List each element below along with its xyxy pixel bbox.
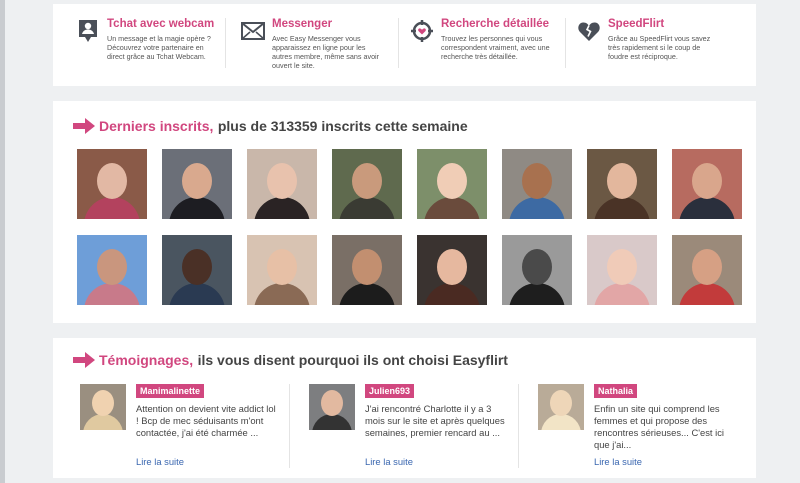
member-photo[interactable] [77, 149, 147, 219]
member-photo[interactable] [417, 149, 487, 219]
read-more-link[interactable]: Lire la suite [136, 456, 184, 467]
divider [518, 384, 519, 468]
testimonial-card: Nathalia Enfin un site qui comprend les … [538, 382, 738, 472]
member-photo[interactable] [332, 149, 402, 219]
arrow-right-icon [73, 352, 95, 368]
member-photo[interactable] [672, 149, 742, 219]
heading-text: ils vous disent pourquoi ils ont choisi … [197, 352, 508, 368]
username-badge[interactable]: Manimalinette [136, 384, 205, 398]
feature-description: Avec Easy Messenger vous apparaissez en … [272, 34, 380, 70]
testimonial-quote: J'ai rencontré Charlotte il y a 3 mois s… [365, 403, 505, 438]
username-badge[interactable]: Nathalia [594, 384, 638, 398]
target-heart-icon [409, 17, 435, 45]
member-photo[interactable] [162, 149, 232, 219]
member-photo[interactable] [672, 235, 742, 305]
features-panel: Tchat avec webcam Un message et la magie… [53, 4, 756, 86]
testimonial-quote: Enfin un site qui comprend les femmes et… [594, 403, 724, 450]
read-more-link[interactable]: Lire la suite [365, 456, 413, 467]
section-heading: Témoignages, ils vous disent pourquoi il… [73, 351, 508, 369]
feature-description: Un message et la magie opère ? Découvrez… [107, 34, 211, 61]
section-heading: Derniers inscrits, plus de 313359 inscri… [73, 117, 468, 135]
divider [398, 18, 399, 68]
avatar[interactable] [80, 384, 126, 430]
read-more-link[interactable]: Lire la suite [594, 456, 642, 467]
heading-text: plus de 313359 inscrits cette semaine [217, 118, 468, 134]
divider [565, 18, 566, 68]
broken-heart-icon [576, 17, 602, 45]
testimonials-panel: Témoignages, ils vous disent pourquoi il… [53, 338, 756, 478]
member-photo[interactable] [247, 149, 317, 219]
feature-description: Trouvez les personnes qui vous correspon… [441, 34, 550, 61]
testimonial-card: Manimalinette Attention on devient vite … [80, 382, 280, 472]
latest-members-panel: Derniers inscrits, plus de 313359 inscri… [53, 101, 756, 323]
webcam-chat-icon [75, 17, 101, 45]
testimonial-card: Julien693 J'ai rencontré Charlotte il y … [309, 382, 509, 472]
divider [225, 18, 226, 68]
heading-highlight: Derniers inscrits, [99, 118, 214, 134]
testimonial-quote: Attention on devient vite addict lol ! B… [136, 403, 276, 438]
member-photo[interactable] [587, 149, 657, 219]
heading-highlight: Témoignages, [99, 352, 194, 368]
member-photo[interactable] [502, 149, 572, 219]
feature-title: Recherche détaillée [441, 18, 550, 30]
avatar[interactable] [538, 384, 584, 430]
avatar[interactable] [309, 384, 355, 430]
member-photo[interactable] [502, 235, 572, 305]
feature-title: Tchat avec webcam [107, 18, 215, 30]
divider [289, 384, 290, 468]
window-edge [0, 0, 5, 483]
member-photo[interactable] [332, 235, 402, 305]
member-photo[interactable] [247, 235, 317, 305]
member-photo[interactable] [77, 235, 147, 305]
feature-description: Grâce au SpeedFlirt vous savez très rapi… [608, 34, 711, 61]
feature-title: SpeedFlirt [608, 18, 665, 30]
arrow-right-icon [73, 118, 95, 134]
username-badge[interactable]: Julien693 [365, 384, 415, 398]
feature-title: Messenger [272, 18, 333, 30]
member-photo[interactable] [417, 235, 487, 305]
member-photo[interactable] [162, 235, 232, 305]
envelope-icon [240, 17, 266, 45]
member-photo[interactable] [587, 235, 657, 305]
